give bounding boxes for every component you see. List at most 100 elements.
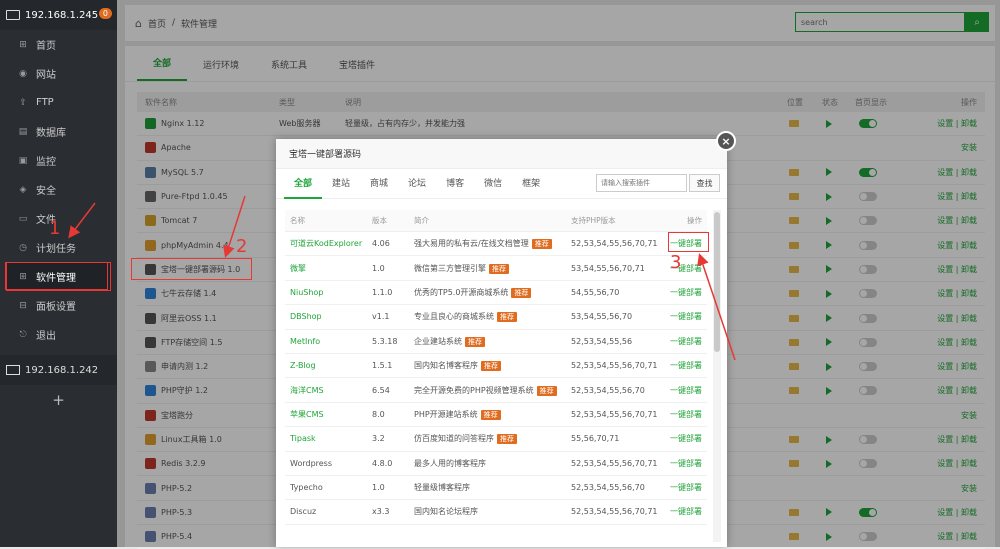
modal-tabs: 全部建站商城论坛博客微信框架 查找 [276,169,727,199]
source-desc-text: 最多人用的博客程序 [414,458,486,468]
source-version: 4.06 [372,239,390,249]
col-op: 操作 [687,216,702,225]
recommend-badge: 推荐 [511,287,532,298]
source-row: NiuShop 1.1.0 优秀的TP5.0开源商城系统 推荐 54,55,56,70 一… [285,281,707,306]
close-icon[interactable]: × [716,131,736,151]
modal-tab-5[interactable]: 微信 [474,168,512,199]
deploy-button[interactable]: 一键部署 [670,506,702,517]
sidebar-item-10[interactable]: ⎋ 退出 [0,320,117,349]
source-name[interactable]: DBShop [290,312,322,321]
sidebar-item-label: 面板设置 [36,302,76,313]
sidebar-item-label: 退出 [36,331,56,342]
sidebar-item-label: 监控 [36,157,56,168]
source-php: 52,53,54,55,56,70,71 [571,361,658,371]
sidebar-item-label: FTP [36,97,54,108]
source-name[interactable]: NiuShop [290,288,323,297]
monitor-icon: ▣ [18,155,28,166]
modal-search-button[interactable]: 查找 [689,174,720,192]
source-name[interactable]: 海洋CMS [290,385,324,396]
sidebar-item-9[interactable]: ⊟ 面板设置 [0,291,117,320]
modal-tab-list: 全部 建站 商城 论坛 博客 微信 框架 [284,168,550,199]
sidebar-item-label: 计划任务 [36,244,76,255]
sidebar-item-5[interactable]: ◈ 安全 [0,175,117,204]
source-desc-text: 微信第三方管理引擎 [414,263,486,273]
ftp-icon: ⇪ [19,97,27,108]
source-desc: 轻量级博客程序 [414,482,470,493]
deploy-button[interactable]: 一键部署 [670,336,702,347]
col-desc: 简介 [414,216,429,225]
server-header[interactable]: 192.168.1.245 0 [0,0,117,30]
deploy-button[interactable]: 一键部署 [670,409,702,420]
database-icon: ▤ [18,126,28,137]
deploy-button[interactable]: 一键部署 [670,433,702,444]
sidebar-item-label: 安全 [36,186,56,197]
sidebar-item-2[interactable]: ⇪ FTP [0,88,117,117]
deploy-button[interactable]: 一键部署 [670,311,702,322]
source-version: x3.3 [372,507,390,517]
sidebar-item-label: 数据库 [36,128,66,139]
source-version: 1.0 [372,263,385,273]
source-php: 55,56,70,71 [571,434,620,444]
server-header-2[interactable]: 192.168.1.242 [0,355,117,385]
modal-tab-3[interactable]: 论坛 [398,168,436,199]
sidebar-item-3[interactable]: ▤ 数据库 [0,117,117,146]
deploy-button[interactable]: 一键部署 [670,287,702,298]
source-php: 52,53,54,55,56,70 [571,483,645,493]
source-table: 名称 版本 简介 支持PHP版本 操作 可道云KodExplorer 4.06 强大… [285,210,707,525]
recommend-badge: 推荐 [481,361,501,372]
source-row: Discuz x3.3 国内知名论坛程序 52,53,54,55,56,70,71 一键… [285,500,707,525]
deploy-button[interactable]: 一键部署 [670,385,702,396]
deploy-button[interactable]: 一键部署 [670,482,702,493]
source-row: DBShop v1.1 专业且良心的商城系统 推荐 53,54,55,56,70 一键部署 [285,305,707,330]
source-row: Typecho 1.0 轻量级博客程序 52,53,54,55,56,70 一键部署 [285,476,707,501]
modal-search-input[interactable] [596,174,687,192]
shield-icon: ◈ [19,184,27,195]
source-row: Tipask 3.2 仿百度知道的问答程序 推荐 55,56,70,71 一键部署 [285,427,707,452]
source-desc: 微信第三方管理引擎 推荐 [414,263,509,274]
source-name[interactable]: 可道云KodExplorer [290,238,362,249]
source-version: 1.0 [372,483,385,493]
source-desc-text: 国内知名论坛程序 [414,507,478,517]
source-desc-text: 仿百度知道的问答程序 [414,434,494,444]
source-version: 4.8.0 [372,458,393,468]
sidebar-item-4[interactable]: ▣ 监控 [0,146,117,175]
source-php: 52,53,54,55,56 [571,336,633,346]
sidebar-item-1[interactable]: ◉ 网站 [0,59,117,88]
modal-tab-0[interactable]: 全部 [284,168,323,199]
modal-tab-1[interactable]: 建站 [322,168,360,199]
source-desc: 国内知名论坛程序 [414,506,478,517]
source-version: v1.1 [372,312,390,322]
add-server-button[interactable]: + [0,391,117,409]
source-version: 3.2 [372,434,385,444]
modal-tab-4[interactable]: 博客 [436,168,474,199]
annotation-number-1: 1 [49,218,61,239]
annotation-number-2: 2 [236,236,248,257]
deploy-modal: 宝塔一键部署源码 全部建站商城论坛博客微信框架 查找 名称 版本 简介 支持PH… [276,139,727,547]
source-name[interactable]: 微擎 [290,263,306,274]
modal-scrollbar[interactable] [713,210,721,542]
settings-icon: ⊟ [19,300,27,311]
deploy-button[interactable]: 一键部署 [670,458,702,469]
recommend-badge: 推荐 [497,312,517,323]
scrollbar-thumb[interactable] [714,212,720,352]
notification-badge[interactable]: 0 [98,8,112,19]
recommend-badge: 推荐 [489,263,509,274]
source-name: Typecho [290,483,323,493]
modal-tab-6[interactable]: 框架 [512,168,550,199]
recommend-badge: 推荐 [531,239,552,250]
source-desc-text: 优秀的TP5.0开源商城系统 [414,287,509,297]
source-desc: 企业建站系统 推荐 [414,336,485,347]
recommend-badge: 推荐 [497,434,517,445]
monitor-icon [6,10,20,20]
deploy-button[interactable]: 一键部署 [670,360,702,371]
source-name[interactable]: Tipask [290,434,316,443]
source-desc-text: 专业且良心的商城系统 [414,312,494,322]
source-name[interactable]: Z-Blog [290,361,316,370]
source-name[interactable]: MetInfo [290,337,320,346]
recommend-badge: 推荐 [480,409,501,420]
source-name[interactable]: 苹果CMS [290,409,324,420]
sidebar-item-0[interactable]: ⊞ 首页 [0,30,117,59]
modal-tab-2[interactable]: 商城 [360,168,398,199]
source-table-header: 名称 版本 简介 支持PHP版本 操作 [285,210,707,232]
highlight-box-deploy-plugin [131,258,252,280]
